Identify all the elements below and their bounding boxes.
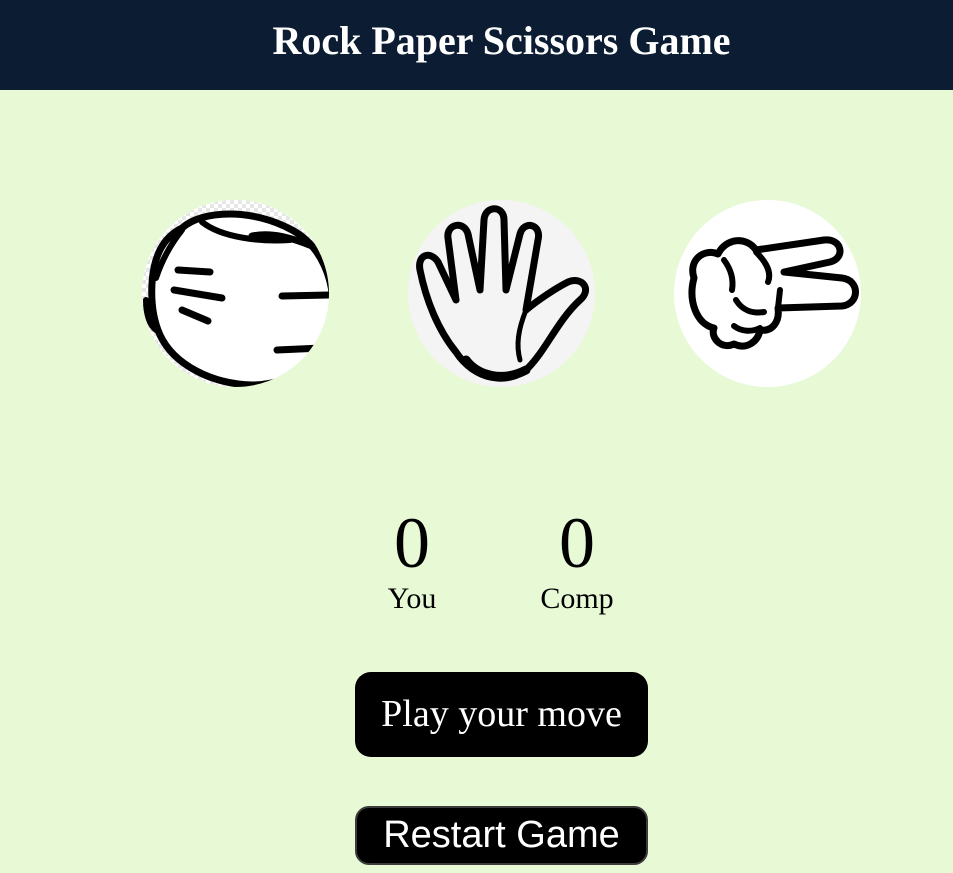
header-bar: Rock Paper Scissors Game bbox=[0, 0, 953, 90]
scissors-choice-button[interactable] bbox=[674, 200, 861, 387]
scissors-hand-icon bbox=[688, 236, 859, 350]
comp-score-value: 0 bbox=[559, 503, 595, 583]
user-score-label: You bbox=[387, 582, 437, 615]
rock-choice-button[interactable] bbox=[142, 200, 329, 387]
page-title: Rock Paper Scissors Game bbox=[272, 18, 731, 63]
user-score-value: 0 bbox=[394, 503, 430, 583]
comp-score: 0 Comp bbox=[517, 500, 637, 616]
rock-fist-icon bbox=[142, 200, 329, 387]
paper-hand-icon bbox=[416, 205, 589, 382]
comp-score-label: Comp bbox=[540, 582, 614, 615]
user-score: 0 You bbox=[352, 500, 472, 616]
restart-game-button[interactable]: Restart Game bbox=[355, 806, 648, 865]
status-message: Play your move bbox=[355, 672, 648, 757]
paper-choice-button[interactable] bbox=[408, 200, 595, 387]
